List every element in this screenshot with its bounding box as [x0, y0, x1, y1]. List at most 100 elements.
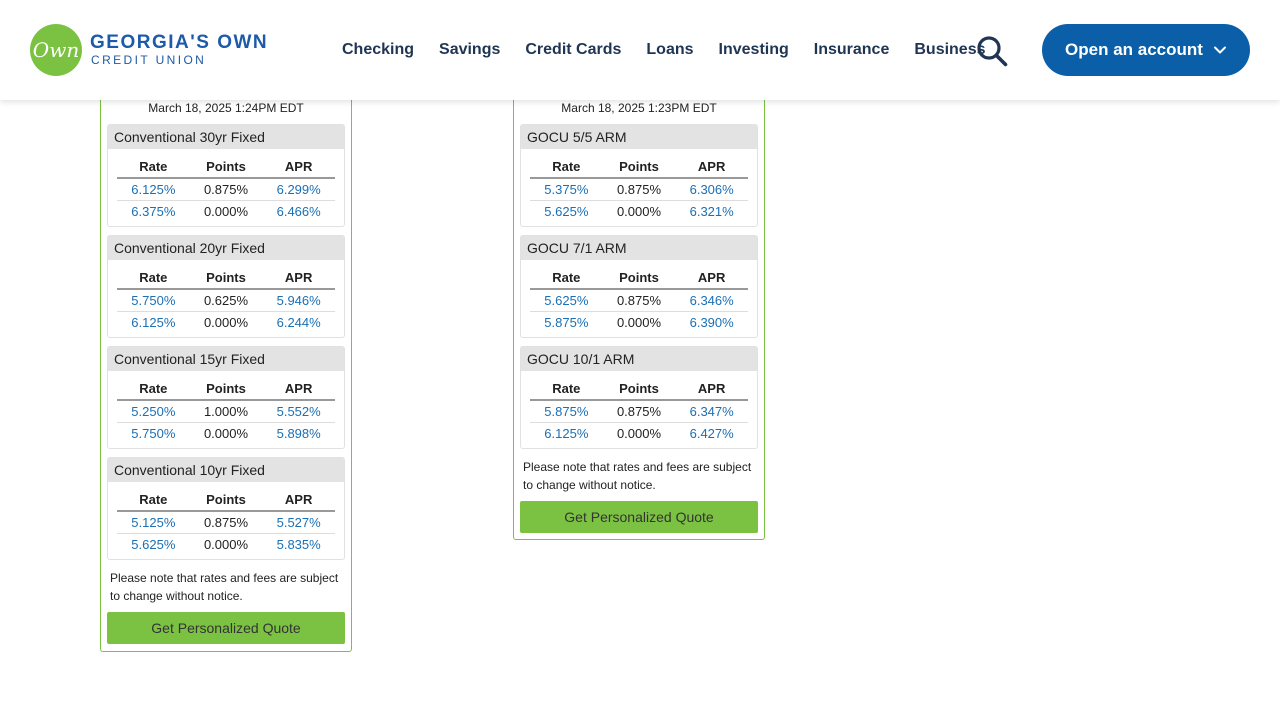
rate-cell[interactable]: 5.625%: [117, 533, 190, 555]
rate-cell[interactable]: 5.250%: [117, 400, 190, 423]
rate-cell[interactable]: 5.625%: [530, 289, 603, 312]
apr-cell[interactable]: 5.552%: [262, 400, 335, 423]
apr-cell[interactable]: 5.527%: [262, 511, 335, 534]
column-header-points: Points: [189, 371, 263, 401]
rate-table: Rate Points APR 5.250% 1.000% 5.552% 5.750% 0.0…: [117, 371, 335, 444]
rate-table: Rate Points APR 6.125% 0.875% 6.299% 6.375% 0.0…: [117, 149, 335, 222]
column-header-apr: APR: [262, 260, 335, 290]
column-header-rate: Rate: [530, 149, 603, 179]
product-title: Conventional 10yr Fixed: [108, 458, 344, 482]
column-header-apr: APR: [262, 482, 335, 512]
column-header-points: Points: [189, 260, 263, 290]
table-row: 5.125% 0.875% 5.527%: [117, 511, 335, 534]
product-title: Conventional 15yr Fixed: [108, 347, 344, 371]
rate-cell[interactable]: 5.750%: [117, 422, 190, 444]
apr-cell[interactable]: 6.299%: [262, 178, 335, 201]
product-title: Conventional 20yr Fixed: [108, 236, 344, 260]
column-header-rate: Rate: [117, 260, 190, 290]
nav-credit-cards[interactable]: Credit Cards: [525, 38, 621, 62]
rate-cell[interactable]: 5.875%: [530, 400, 603, 423]
column-header-points: Points: [602, 371, 676, 401]
column-header-rate: Rate: [117, 482, 190, 512]
column-header-points: Points: [602, 149, 676, 179]
apr-cell[interactable]: 6.244%: [262, 311, 335, 333]
chevron-down-icon: [1213, 46, 1226, 54]
table-row: 5.875% 0.000% 6.390%: [530, 311, 748, 333]
table-row: 5.625% 0.000% 5.835%: [117, 533, 335, 555]
rate-table: Rate Points APR 5.875% 0.875% 6.347% 6.125% 0.0…: [530, 371, 748, 444]
table-row: 5.750% 0.000% 5.898%: [117, 422, 335, 444]
rate-cell[interactable]: 6.125%: [117, 311, 190, 333]
apr-cell[interactable]: 6.347%: [675, 400, 748, 423]
column-header-rate: Rate: [117, 149, 190, 179]
rate-cell[interactable]: 5.125%: [117, 511, 190, 534]
column-header-points: Points: [189, 149, 263, 179]
apr-cell[interactable]: 5.835%: [262, 533, 335, 555]
rate-product-gocu-10-1-arm: GOCU 10/1 ARM Rate Points APR 5.875% 0.875% 6.…: [520, 346, 758, 449]
rate-cell[interactable]: 6.375%: [117, 200, 190, 222]
product-title: Conventional 30yr Fixed: [108, 125, 344, 149]
rate-product-conventional-20yr-fixed: Conventional 20yr Fixed Rate Points APR 5.75…: [107, 235, 345, 338]
rate-cell[interactable]: 5.625%: [530, 200, 603, 222]
nav-business[interactable]: Business: [914, 38, 985, 62]
table-row: 6.125% 0.000% 6.244%: [117, 311, 335, 333]
rate-product-conventional-10yr-fixed: Conventional 10yr Fixed Rate Points APR 5.12…: [107, 457, 345, 560]
rate-table: Rate Points APR 5.625% 0.875% 6.346% 5.875% 0.0…: [530, 260, 748, 333]
main-nav: Checking Savings Credit Cards Loans Inve…: [342, 38, 986, 62]
logo-main-text: GEORGIA'S OWN: [90, 32, 269, 53]
column-header-apr: APR: [675, 371, 748, 401]
points-cell: 0.000%: [616, 314, 662, 330]
apr-cell[interactable]: 6.390%: [675, 311, 748, 333]
table-row: 6.125% 0.875% 6.299%: [117, 178, 335, 201]
rate-table: Rate Points APR 5.750% 0.625% 5.946% 6.125% 0.0…: [117, 260, 335, 333]
points-cell: 0.875%: [602, 178, 676, 201]
table-row: 5.875% 0.875% 6.347%: [530, 400, 748, 423]
column-header-rate: Rate: [117, 371, 190, 401]
points-cell: 0.875%: [189, 178, 263, 201]
column-header-apr: APR: [675, 149, 748, 179]
open-account-button[interactable]: Open an account: [1042, 24, 1250, 76]
nav-investing[interactable]: Investing: [719, 38, 789, 62]
logo-sub-text: CREDIT UNION: [91, 53, 207, 67]
rate-cell[interactable]: 5.375%: [530, 178, 603, 201]
logo[interactable]: Own GEORGIA'S OWN CREDIT UNION: [30, 24, 268, 76]
search-icon[interactable]: [976, 35, 1008, 67]
nav-savings[interactable]: Savings: [439, 38, 500, 62]
get-quote-button[interactable]: Get Personalized Quote: [520, 501, 758, 533]
rates-disclaimer: Please note that rates and fees are subj…: [110, 571, 339, 603]
get-quote-button[interactable]: Get Personalized Quote: [107, 612, 345, 644]
points-cell: 0.000%: [203, 203, 249, 219]
rate-cell[interactable]: 6.125%: [117, 178, 190, 201]
rate-table: Rate Points APR 5.125% 0.875% 5.527% 5.625% 0.0…: [117, 482, 335, 555]
apr-cell[interactable]: 6.321%: [675, 200, 748, 222]
column-header-rate: Rate: [530, 371, 603, 401]
points-cell: 0.000%: [203, 314, 249, 330]
column-header-points: Points: [189, 482, 263, 512]
open-account-label: Open an account: [1065, 40, 1203, 59]
points-cell: 1.000%: [189, 400, 263, 423]
apr-cell[interactable]: 6.346%: [675, 289, 748, 312]
apr-cell[interactable]: 5.946%: [262, 289, 335, 312]
nav-checking[interactable]: Checking: [342, 38, 414, 62]
site-header: Own GEORGIA'S OWN CREDIT UNION Checking …: [0, 0, 1280, 100]
nav-insurance[interactable]: Insurance: [814, 38, 890, 62]
apr-cell[interactable]: 6.466%: [262, 200, 335, 222]
table-row: 6.375% 0.000% 6.466%: [117, 200, 335, 222]
logo-text: GEORGIA'S OWN CREDIT UNION: [90, 32, 269, 68]
table-row: 6.125% 0.000% 6.427%: [530, 422, 748, 444]
apr-cell[interactable]: 5.898%: [262, 422, 335, 444]
table-row: 5.250% 1.000% 5.552%: [117, 400, 335, 423]
nav-loans[interactable]: Loans: [646, 38, 693, 62]
column-header-apr: APR: [262, 149, 335, 179]
rate-cell[interactable]: 6.125%: [530, 422, 603, 444]
rates-disclaimer: Please note that rates and fees are subj…: [523, 460, 752, 492]
apr-cell[interactable]: 6.427%: [675, 422, 748, 444]
rate-table: Rate Points APR 5.375% 0.875% 6.306% 5.625% 0.0…: [530, 149, 748, 222]
rate-cell[interactable]: 5.750%: [117, 289, 190, 312]
product-title: GOCU 7/1 ARM: [521, 236, 757, 260]
product-title: GOCU 10/1 ARM: [521, 347, 757, 371]
rate-cell[interactable]: 5.875%: [530, 311, 603, 333]
apr-cell[interactable]: 6.306%: [675, 178, 748, 201]
rate-product-conventional-15yr-fixed: Conventional 15yr Fixed Rate Points APR 5.25…: [107, 346, 345, 449]
points-cell: 0.875%: [189, 511, 263, 534]
